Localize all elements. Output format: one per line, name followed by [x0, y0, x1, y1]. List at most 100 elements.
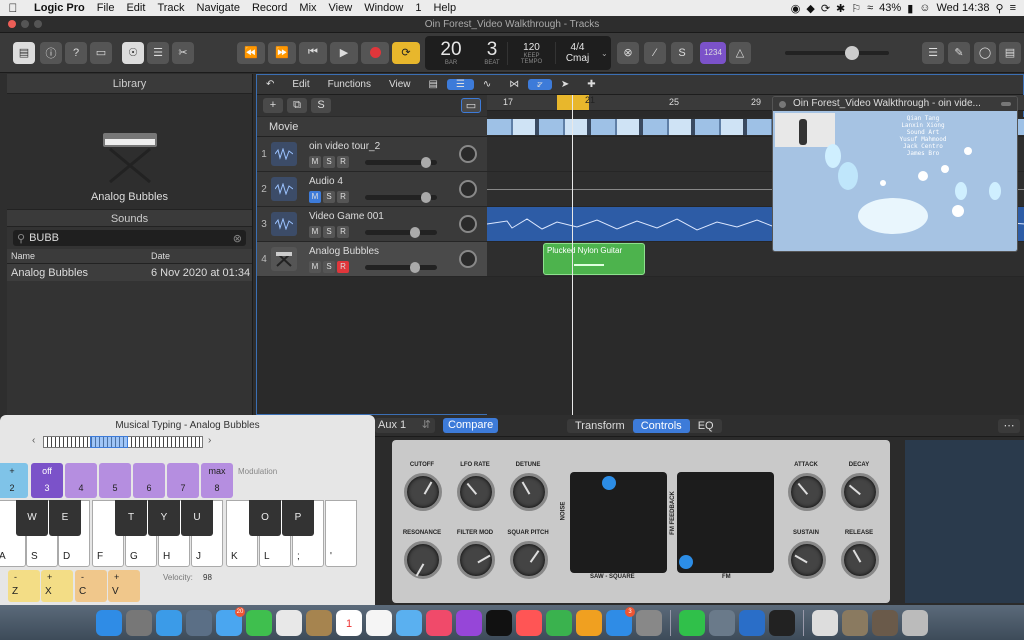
help-icon[interactable]: ? [65, 41, 87, 64]
record-enable-button[interactable]: R [337, 261, 349, 273]
col-name[interactable]: Name [7, 251, 147, 261]
note-pad-icon[interactable]: ✎ [948, 41, 970, 64]
chevron-left-icon[interactable]: ‹ [32, 435, 35, 446]
midi-region[interactable]: Plucked Nylon Guitar [543, 243, 645, 275]
tab-controls[interactable]: Controls [632, 418, 690, 433]
automation-icon[interactable]: ∿ [474, 79, 500, 90]
black-key[interactable]: P [282, 500, 314, 536]
loop-browser-icon[interactable]: ◯ [974, 41, 996, 64]
menu-help[interactable]: Help [427, 2, 462, 14]
close-icon[interactable] [779, 101, 786, 108]
track-name[interactable]: oin video tour_2 [309, 141, 380, 152]
cutoff-knob[interactable] [404, 473, 442, 511]
noise-xy-pad[interactable] [570, 472, 667, 573]
keyboard-range[interactable] [43, 436, 203, 448]
volume-fader[interactable] [365, 227, 437, 238]
quicktime-icon[interactable] [739, 609, 765, 636]
duplicate-track-icon[interactable]: ⧉ [287, 98, 307, 113]
editors-icon[interactable]: ✂ [172, 41, 194, 64]
square-pitch-knob[interactable] [510, 541, 548, 579]
crosshair-tool-icon[interactable]: ✚ [578, 79, 604, 90]
mail-stamp-icon[interactable] [186, 609, 212, 636]
menu-app[interactable]: Logic Pro [26, 2, 91, 14]
octave-pad[interactable]: + 2 [0, 463, 28, 498]
fader-thumb[interactable] [421, 157, 431, 168]
decay-knob[interactable] [841, 473, 879, 511]
music-icon[interactable] [426, 609, 452, 636]
rewind-button[interactable]: ⏪ [237, 41, 265, 64]
octave-pad[interactable]: 6 [133, 463, 165, 498]
menu-mix[interactable]: Mix [293, 2, 322, 14]
control-center-icon[interactable]: ≡ [1010, 2, 1016, 14]
fader-thumb[interactable] [410, 262, 420, 273]
fader-thumb[interactable] [410, 227, 420, 238]
global-tracks-icon[interactable]: ▭ [461, 98, 481, 113]
browsers-icon[interactable]: ▤ [999, 41, 1021, 64]
record-enable-button[interactable]: R [337, 226, 349, 238]
attack-knob[interactable] [788, 473, 826, 511]
flex-icon[interactable]: ⋈ [500, 79, 528, 90]
octave-pad[interactable]: 7 [167, 463, 199, 498]
tuner-icon[interactable]: ⁄ [644, 41, 666, 64]
region-view-icon[interactable]: ▤ [419, 79, 446, 90]
go-to-start-button[interactable]: ⏮ [299, 41, 327, 64]
edit-menu[interactable]: Edit [283, 79, 318, 90]
replace-icon[interactable]: ⊗ [617, 41, 639, 64]
launchpad-icon[interactable] [126, 609, 152, 636]
movie-track[interactable]: Movie [257, 117, 487, 137]
volume-fader[interactable] [365, 262, 437, 273]
clear-icon[interactable]: ⊗ [233, 232, 242, 245]
black-key[interactable]: U [181, 500, 213, 536]
xy-handle[interactable] [602, 476, 616, 490]
tab-transform[interactable]: Transform [567, 419, 633, 433]
movie-window[interactable]: Oin Forest_Video Walkthrough - oin vide.… [772, 96, 1018, 252]
cycle-button[interactable]: ⟳ [392, 41, 420, 64]
octave-pad[interactable]: off 3 [31, 463, 63, 498]
add-track-button[interactable]: + [263, 98, 283, 113]
user-icon[interactable]: ☺ [919, 2, 930, 14]
solo-button[interactable]: S [323, 261, 335, 273]
reminders-icon[interactable] [366, 609, 392, 636]
play-button[interactable]: ▶ [330, 41, 358, 64]
forward-button[interactable]: ⏩ [268, 41, 296, 64]
pan-knob[interactable] [459, 145, 477, 163]
podcasts-icon[interactable] [456, 609, 482, 636]
velocity-key[interactable]: - C [75, 570, 107, 602]
white-key[interactable]: ' [325, 500, 357, 567]
filter-mod-knob[interactable] [457, 541, 495, 579]
options-icon[interactable]: ⋯ [998, 418, 1020, 433]
resize-icon[interactable] [1001, 102, 1011, 106]
octave-pad[interactable]: 4 [65, 463, 97, 498]
messages-icon[interactable]: 20 [216, 606, 245, 636]
smart-controls-icon[interactable]: ☉ [122, 41, 144, 64]
whatsapp-icon[interactable] [679, 609, 705, 636]
battery-icon[interactable]: ▮ [907, 2, 913, 15]
trash-icon[interactable] [902, 609, 928, 636]
clock[interactable]: Wed 14:38 [937, 2, 990, 14]
sync-icon[interactable]: ⟳ [821, 2, 830, 15]
flag-icon[interactable]: ⚐ [851, 2, 861, 15]
musical-typing-window[interactable]: Musical Typing - Analog Bubbles ‹ › + 2 … [0, 415, 375, 605]
octave-pad[interactable]: 5 [99, 463, 131, 498]
snap-icon[interactable]: ⦫ [528, 79, 552, 90]
track-4[interactable]: 4 Analog Bubbles MSR [257, 242, 487, 277]
logic-pro-icon[interactable] [769, 609, 795, 636]
library-button[interactable]: ▤ [13, 41, 35, 64]
resonance-knob[interactable] [404, 541, 442, 579]
folder-stack-icon[interactable] [842, 609, 868, 636]
calendar-icon[interactable]: 1 [336, 609, 362, 636]
functions-menu[interactable]: Functions [319, 79, 380, 90]
toolbar-icon[interactable]: ▭ [90, 41, 112, 64]
mute-button[interactable]: M [309, 156, 321, 168]
menu-file[interactable]: File [91, 2, 121, 14]
xy-handle[interactable] [679, 555, 693, 569]
solo-icon[interactable]: S [671, 41, 693, 64]
mixer-icon[interactable]: ☰ [147, 41, 169, 64]
finder-icon[interactable] [96, 609, 122, 636]
menu-view[interactable]: View [323, 2, 359, 14]
solo-button[interactable]: S [323, 156, 335, 168]
tab-eq[interactable]: EQ [690, 419, 722, 433]
screenshot-icon[interactable] [709, 609, 735, 636]
track-name[interactable]: Audio 4 [309, 176, 343, 187]
pointer-tool-icon[interactable]: ➤ [552, 79, 578, 90]
